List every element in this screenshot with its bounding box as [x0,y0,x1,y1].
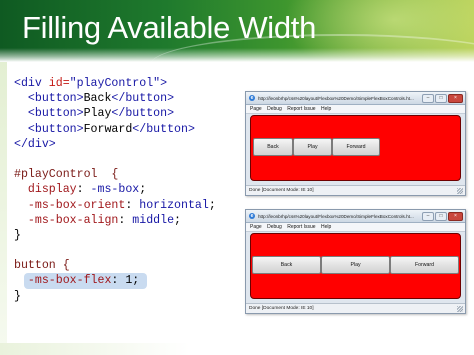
play-control: Back Play Forward [252,255,459,274]
code-token: -ms-box-align [14,213,119,227]
ie-icon: e [249,95,255,101]
play-control: Back Play Forward [253,137,380,156]
window-titlebar: e http://leonbrhp/css%20layout/Flexbox%2… [246,210,465,223]
back-button[interactable]: Back [253,137,293,156]
code-token: #playControl { [14,168,119,182]
code-token: <div [14,77,49,90]
menu-bar: Page Debug Report Issue Help [246,223,465,232]
code-token: -ms-box-orient [14,198,126,212]
resize-grip-icon[interactable] [457,188,463,194]
code-line: display: -ms-box; [14,182,239,197]
code-token: } [14,289,21,303]
code-token: </button> [111,92,175,106]
browser-window-after: e http://leonbrhp/css%20layout/Flexbox%2… [245,209,466,314]
window-url: http://leonbrhp/css%20layout/Flexbox%20D… [258,96,414,101]
code-token: -ms-box-flex [27,274,112,288]
menu-item-help[interactable]: Help [321,223,331,231]
code-token: ; [139,183,147,197]
status-text: Done [Document Mode: IE 10] [249,188,314,193]
back-button[interactable]: Back [252,255,321,274]
maximize-button[interactable]: □ [435,212,447,221]
code-line: } [14,289,239,304]
status-bar: Done [Document Mode: IE 10] [246,185,465,195]
status-text: Done [Document Mode: IE 10] [249,306,314,311]
code-token: <button> [14,92,84,106]
slide-title: Filling Available Width [22,10,317,45]
left-decoration [0,62,7,355]
code-token: Forward [83,122,133,136]
resize-grip-icon[interactable] [457,306,463,312]
code-token: button { [14,259,70,273]
code-line: -ms-box-orient: horizontal; [14,198,239,213]
code-token: horizontal [139,198,209,212]
close-button[interactable]: × [448,212,463,221]
code-token: -ms-box [90,183,140,197]
menu-item-report-issue[interactable]: Report Issue [287,105,315,113]
forward-button[interactable]: Forward [390,255,459,274]
code-line: <button>Play</button> [14,106,239,121]
close-button[interactable]: × [448,94,463,103]
slide-header: Filling Available Width [0,0,474,62]
code-line: <button>Back</button> [14,91,239,106]
status-bar: Done [Document Mode: IE 10] [246,303,465,313]
code-token: ; [174,213,182,227]
window-url: http://leonbrhp/css%20layout/Flexbox%20D… [258,214,414,219]
menu-item-page[interactable]: Page [250,105,262,113]
code-token: : [76,183,91,197]
menu-item-report-issue[interactable]: Report Issue [287,223,315,231]
code-token: </div> [14,137,56,151]
menu-item-debug[interactable]: Debug [267,105,282,113]
code-line: <button>Forward</button> [14,122,239,137]
bottom-decoration [0,343,474,355]
menu-item-page[interactable]: Page [250,223,262,231]
maximize-button[interactable]: □ [435,94,447,103]
code-line: <div id="playControl"> [14,76,239,91]
code-line: </div> [14,137,239,152]
window-titlebar: e http://leonbrhp/css%20layout/Flexbox%2… [246,92,465,105]
code-token: id= [48,77,70,90]
menu-item-debug[interactable]: Debug [267,223,282,231]
code-line: } [14,228,239,243]
menu-bar: Page Debug Report Issue Help [246,105,465,114]
play-button[interactable]: Play [321,255,390,274]
code-token: Back [83,92,112,106]
code-token: > [160,77,168,90]
code-line: -ms-box-flex: 1; [14,273,239,289]
code-line: -ms-box-align: middle; [14,213,239,228]
code-token: "playControl" [69,77,161,90]
play-control-area: Back Play Forward [250,115,461,181]
code-token: : [118,213,133,227]
code-token: </button> [111,107,175,121]
code-token: Play [83,107,112,121]
code-token: } [14,228,21,242]
code-token: ; [208,198,216,212]
play-control-area: Back Play Forward [250,233,461,299]
ie-icon: e [249,213,255,219]
code-highlight: -ms-box-flex: 1; [23,273,148,289]
code-block: <div id="playControl"> <button>Back</but… [14,76,239,304]
code-token: : 1; [111,274,140,288]
code-token: : [125,198,140,212]
code-token: <button> [14,107,84,121]
code-token: <button> [14,122,84,136]
minimize-button[interactable]: – [422,212,434,221]
play-button[interactable]: Play [293,137,332,156]
code-token: </button> [132,122,195,136]
forward-button[interactable]: Forward [332,137,380,156]
menu-item-help[interactable]: Help [321,105,331,113]
code-token: middle [132,213,175,227]
code-line: #playControl { [14,167,239,182]
browser-window-before: e http://leonbrhp/css%20layout/Flexbox%2… [245,91,466,196]
code-line: button { [14,258,239,273]
code-token: display [14,183,77,197]
minimize-button[interactable]: – [422,94,434,103]
